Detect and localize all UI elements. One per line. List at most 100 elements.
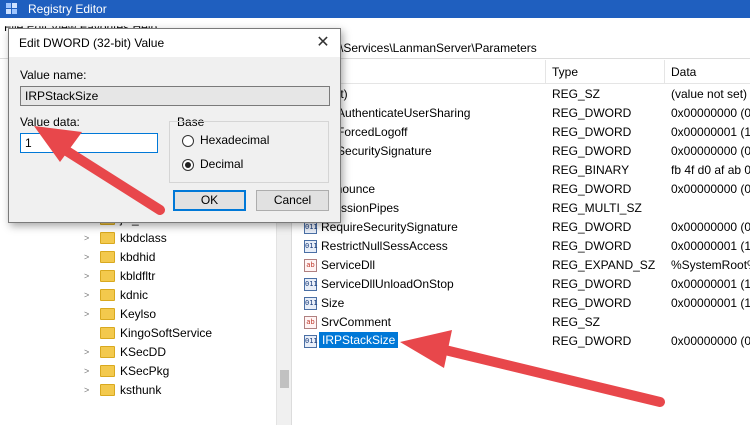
value-data: 0x00000001 (1): [671, 277, 750, 291]
value-type: REG_DWORD: [552, 296, 632, 310]
value-row[interactable]: 011dREG_BINARYfb 4f d0 af ab 0: [293, 161, 750, 180]
tree-item-label: KingoSoftService: [120, 326, 213, 340]
tree-item[interactable]: KingoSoftService: [0, 324, 275, 343]
column-header-type-label: Type: [552, 65, 579, 79]
value-row[interactable]: ab ServiceDll REG_EXPAND_SZ %SystemRoot%: [293, 256, 750, 275]
value-row[interactable]: 011 RequireSecuritySignature REG_DWORD 0x00…: [293, 218, 750, 237]
registry-editor-app-icon: [6, 3, 17, 14]
hexadecimal-label[interactable]: Hexadecimal: [200, 133, 269, 147]
binary-value-icon: 011: [304, 335, 318, 348]
value-data: 0x00000001 (1): [671, 296, 750, 310]
value-row[interactable]: 011AnnounceREG_DWORD0x00000000 (0): [293, 180, 750, 199]
value-data: %SystemRoot%: [671, 258, 750, 272]
value-row[interactable]: ab SrvComment REG_SZ: [293, 313, 750, 332]
chevron-right-icon[interactable]: >: [84, 347, 94, 357]
chevron-right-icon[interactable]: >: [84, 366, 94, 376]
tree-item[interactable]: > kbdclass: [0, 229, 275, 248]
value-data: 0x00000001 (1): [671, 239, 750, 253]
dialog-title: Edit DWORD (32-bit) Value: [19, 36, 165, 50]
value-row[interactable]: 011 Size REG_DWORD 0x00000001 (1): [293, 294, 750, 313]
decimal-label[interactable]: Decimal: [200, 157, 243, 171]
value-row[interactable]: 011 ServiceDllUnloadOnStop REG_DWORD 0x0000…: [293, 275, 750, 294]
value-data: fb 4f d0 af ab 0: [671, 163, 750, 177]
folder-icon: [100, 327, 115, 339]
cancel-button[interactable]: Cancel: [256, 190, 329, 211]
tree-item[interactable]: > Keylso: [0, 305, 275, 324]
value-name-field[interactable]: IRPStackSize: [20, 86, 330, 106]
value-type: REG_EXPAND_SZ: [552, 258, 656, 272]
ok-button[interactable]: OK: [173, 190, 246, 211]
value-row[interactable]: 011 RestrictNullSessAccess REG_DWORD 0x0000…: [293, 237, 750, 256]
tree-item[interactable]: > ksthunk: [0, 381, 275, 400]
value-data: (value not set): [671, 87, 748, 101]
value-data: 0x00000001 (1): [671, 125, 750, 139]
value-name: bleAuthenticateUserSharing: [321, 106, 471, 120]
value-row[interactable]: abfault)REG_SZ(value not set): [293, 85, 750, 104]
value-name: IRPStackSize: [319, 332, 399, 348]
value-type: REG_SZ: [552, 87, 601, 101]
column-header-type[interactable]: Type: [546, 60, 665, 84]
folder-icon: [100, 251, 115, 263]
chevron-right-icon[interactable]: >: [84, 233, 94, 243]
value-name: ServiceDllUnloadOnStop: [321, 277, 454, 291]
value-name: ServiceDll: [321, 258, 376, 272]
tree-item-label: KSecPkg: [120, 364, 170, 378]
column-header-data[interactable]: Data: [665, 60, 750, 84]
value-type: REG_DWORD: [552, 277, 632, 291]
chevron-right-icon[interactable]: >: [84, 252, 94, 262]
chevron-right-icon[interactable]: >: [84, 309, 94, 319]
value-data-field[interactable]: 1: [20, 133, 158, 153]
tree-item[interactable]: > kbdhid: [0, 248, 275, 267]
tree-item[interactable]: > KSecDD: [0, 343, 275, 362]
chevron-right-icon[interactable]: >: [84, 385, 94, 395]
value-type: REG_DWORD: [552, 125, 632, 139]
value-name: RestrictNullSessAccess: [321, 239, 448, 253]
folder-icon: [100, 346, 115, 358]
edit-dword-dialog[interactable]: Edit DWORD (32-bit) Value ✕ Value name: …: [8, 28, 341, 223]
tree-item-label: kbldfltr: [120, 269, 156, 283]
value-type: REG_DWORD: [552, 106, 632, 120]
value-type: REG_DWORD: [552, 182, 632, 196]
string-value-icon: ab: [304, 316, 317, 329]
value-type: REG_DWORD: [552, 220, 632, 234]
value-row[interactable]: abllSessionPipesREG_MULTI_SZ: [293, 199, 750, 218]
value-data: 0x00000000 (0): [671, 106, 750, 120]
chevron-right-icon[interactable]: >: [84, 271, 94, 281]
hexadecimal-radio[interactable]: [182, 135, 194, 147]
value-data: 0x00000000 (0): [671, 182, 750, 196]
value-row[interactable]: 011bleForcedLogoffREG_DWORD0x00000001 (1…: [293, 123, 750, 142]
value-data: 0x00000000 (0): [671, 334, 750, 348]
tree-item-label: ksthunk: [120, 383, 162, 397]
decimal-radio[interactable]: [182, 159, 194, 171]
value-row[interactable]: 011bleSecuritySignatureREG_DWORD0x000000…: [293, 142, 750, 161]
value-type: REG_SZ: [552, 315, 601, 329]
value-type: REG_DWORD: [552, 334, 632, 348]
dialog-titlebar[interactable]: Edit DWORD (32-bit) Value ✕: [9, 29, 340, 57]
close-icon[interactable]: ✕: [312, 33, 334, 53]
tree-item[interactable]: > KSecPkg: [0, 362, 275, 381]
value-type: REG_DWORD: [552, 144, 632, 158]
value-type: REG_DWORD: [552, 239, 632, 253]
address-path: \Services\LanmanServer\Parameters: [340, 41, 537, 55]
value-name: Size: [321, 296, 345, 310]
value-data-label: Value data:: [20, 115, 80, 129]
value-name-label: Value name:: [20, 68, 87, 82]
tree-item-label: kdnic: [120, 288, 149, 302]
tree-item-label: Keylso: [120, 307, 157, 321]
tree-item-label: KSecDD: [120, 345, 167, 359]
folder-icon: [100, 232, 115, 244]
values-list-pane[interactable]: Type Data abfault)REG_SZ(value not set)0…: [293, 60, 750, 425]
value-row[interactable]: 011bleAuthenticateUserSharingREG_DWORD0x…: [293, 104, 750, 123]
tree-item[interactable]: > kbldfltr: [0, 267, 275, 286]
value-row[interactable]: 011 IRPStackSize REG_DWORD 0x00000000 (0): [293, 332, 750, 351]
value-type: REG_MULTI_SZ: [552, 201, 642, 215]
registry-editor-titlebar: Registry Editor: [0, 0, 750, 18]
window-title: Registry Editor: [28, 2, 107, 16]
column-header-data-label: Data: [671, 65, 697, 79]
tree-item[interactable]: > kdnic: [0, 286, 275, 305]
binary-value-icon: 011: [304, 278, 318, 291]
chevron-right-icon[interactable]: >: [84, 290, 94, 300]
tree-scrollbar-thumb[interactable]: [280, 370, 289, 388]
folder-icon: [100, 365, 115, 377]
base-group: Hexadecimal Decimal: [169, 121, 329, 183]
